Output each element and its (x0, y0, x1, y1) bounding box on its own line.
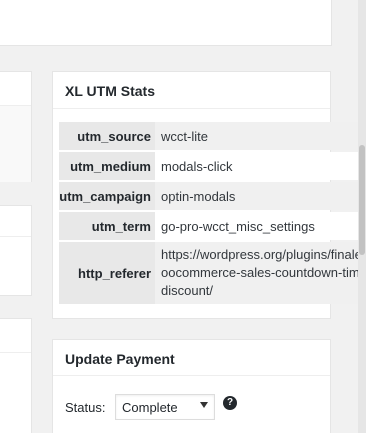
scrollbar-thumb[interactable] (359, 145, 365, 255)
table-row: utm_campaign optin-modals (59, 182, 366, 210)
divider (0, 236, 31, 237)
utm-stats-title: XL UTM Stats (65, 83, 155, 99)
left-panel-partial (0, 318, 32, 433)
utm-key: utm_source (59, 122, 155, 150)
utm-stats-box: XL UTM Stats utm_source wcct-lite utm_me… (52, 71, 366, 319)
utm-value: wcct-lite (155, 122, 366, 150)
table-row: utm_term go-pro-wcct_misc_settings (59, 212, 366, 240)
status-select[interactable]: Complete (115, 394, 215, 420)
table-row: utm_source wcct-lite (59, 122, 366, 150)
utm-value: go-pro-wcct_misc_settings (155, 212, 366, 240)
divider (53, 108, 330, 109)
utm-value: modals-click (155, 152, 366, 180)
scrollbar[interactable] (358, 0, 366, 433)
left-panel-partial (0, 71, 32, 182)
utm-value: optin-modals (155, 182, 366, 210)
admin-page: XL UTM Stats utm_source wcct-lite utm_me… (0, 0, 366, 433)
utm-key: utm_medium (59, 152, 155, 180)
status-selected-value: Complete (122, 400, 178, 415)
left-panel-partial (0, 205, 32, 296)
table-row: utm_medium modals-click (59, 152, 366, 180)
update-payment-box: Update Payment Status: Complete ? (52, 339, 331, 433)
utm-key: utm_campaign (59, 182, 155, 210)
left-panel-body (0, 105, 31, 182)
table-row: http_referer https://wordpress.org/plugi… (59, 242, 366, 304)
chevron-down-icon (200, 402, 208, 408)
divider (0, 352, 31, 353)
top-panel (0, 0, 332, 46)
help-icon[interactable]: ? (223, 396, 237, 410)
utm-value: https://wordpress.org/plugins/finale-woo… (155, 242, 366, 304)
utm-stats-table: utm_source wcct-lite utm_medium modals-c… (59, 120, 366, 306)
utm-key: http_referer (59, 242, 155, 304)
utm-key: utm_term (59, 212, 155, 240)
update-payment-title: Update Payment (65, 351, 175, 367)
divider (53, 375, 330, 376)
status-label: Status: (65, 400, 106, 415)
